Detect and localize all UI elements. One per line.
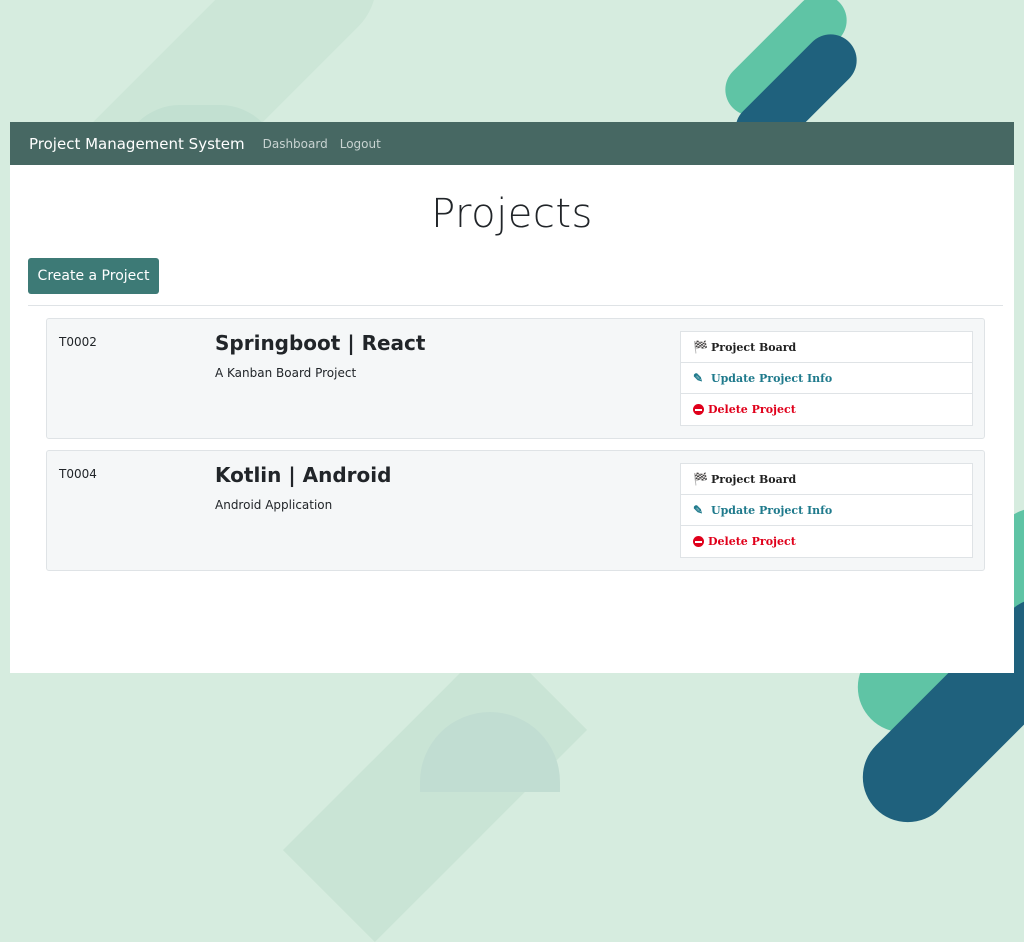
delete-project-label: Delete Project — [708, 535, 796, 548]
project-description: A Kanban Board Project — [215, 366, 357, 380]
project-description: Android Application — [215, 498, 333, 512]
project-card: T0004 Kotlin | Android Android Applicati… — [46, 450, 985, 571]
navbar: Project Management System Dashboard Logo… — [10, 122, 1014, 165]
project-board-link[interactable]: 🏁 Project Board — [681, 332, 972, 363]
divider — [28, 305, 1003, 306]
update-project-label: Update Project Info — [711, 503, 833, 517]
project-board-label: Project Board — [711, 340, 797, 354]
delete-project-label: Delete Project — [708, 403, 796, 416]
update-project-link[interactable]: ✎ Update Project Info — [681, 363, 972, 394]
project-id: T0004 — [59, 467, 97, 481]
edit-icon: ✎ — [693, 371, 704, 385]
minus-circle-icon — [693, 536, 704, 547]
project-name: Springboot | React — [215, 331, 426, 355]
project-board-label: Project Board — [711, 472, 797, 486]
nav-link-logout[interactable]: Logout — [340, 137, 381, 151]
flag-checkered-icon: 🏁 — [693, 340, 708, 354]
project-id: T0002 — [59, 335, 97, 349]
project-actions-list: 🏁 Project Board ✎ Update Project Info De… — [680, 463, 973, 558]
delete-project-link[interactable]: Delete Project — [681, 394, 972, 425]
edit-icon: ✎ — [693, 503, 704, 517]
delete-project-link[interactable]: Delete Project — [681, 526, 972, 557]
project-name: Kotlin | Android — [215, 463, 392, 487]
page-title: Projects — [431, 191, 593, 237]
nav-link-dashboard[interactable]: Dashboard — [263, 137, 328, 151]
flag-checkered-icon: 🏁 — [693, 472, 708, 486]
project-actions-list: 🏁 Project Board ✎ Update Project Info De… — [680, 331, 973, 426]
update-project-label: Update Project Info — [711, 371, 833, 385]
minus-circle-icon — [693, 404, 704, 415]
app-window: Project Management System Dashboard Logo… — [10, 122, 1014, 673]
project-card: T0002 Springboot | React A Kanban Board … — [46, 318, 985, 439]
brand-link[interactable]: Project Management System — [29, 135, 245, 153]
create-project-button[interactable]: Create a Project — [28, 258, 159, 294]
update-project-link[interactable]: ✎ Update Project Info — [681, 495, 972, 526]
project-board-link[interactable]: 🏁 Project Board — [681, 464, 972, 495]
